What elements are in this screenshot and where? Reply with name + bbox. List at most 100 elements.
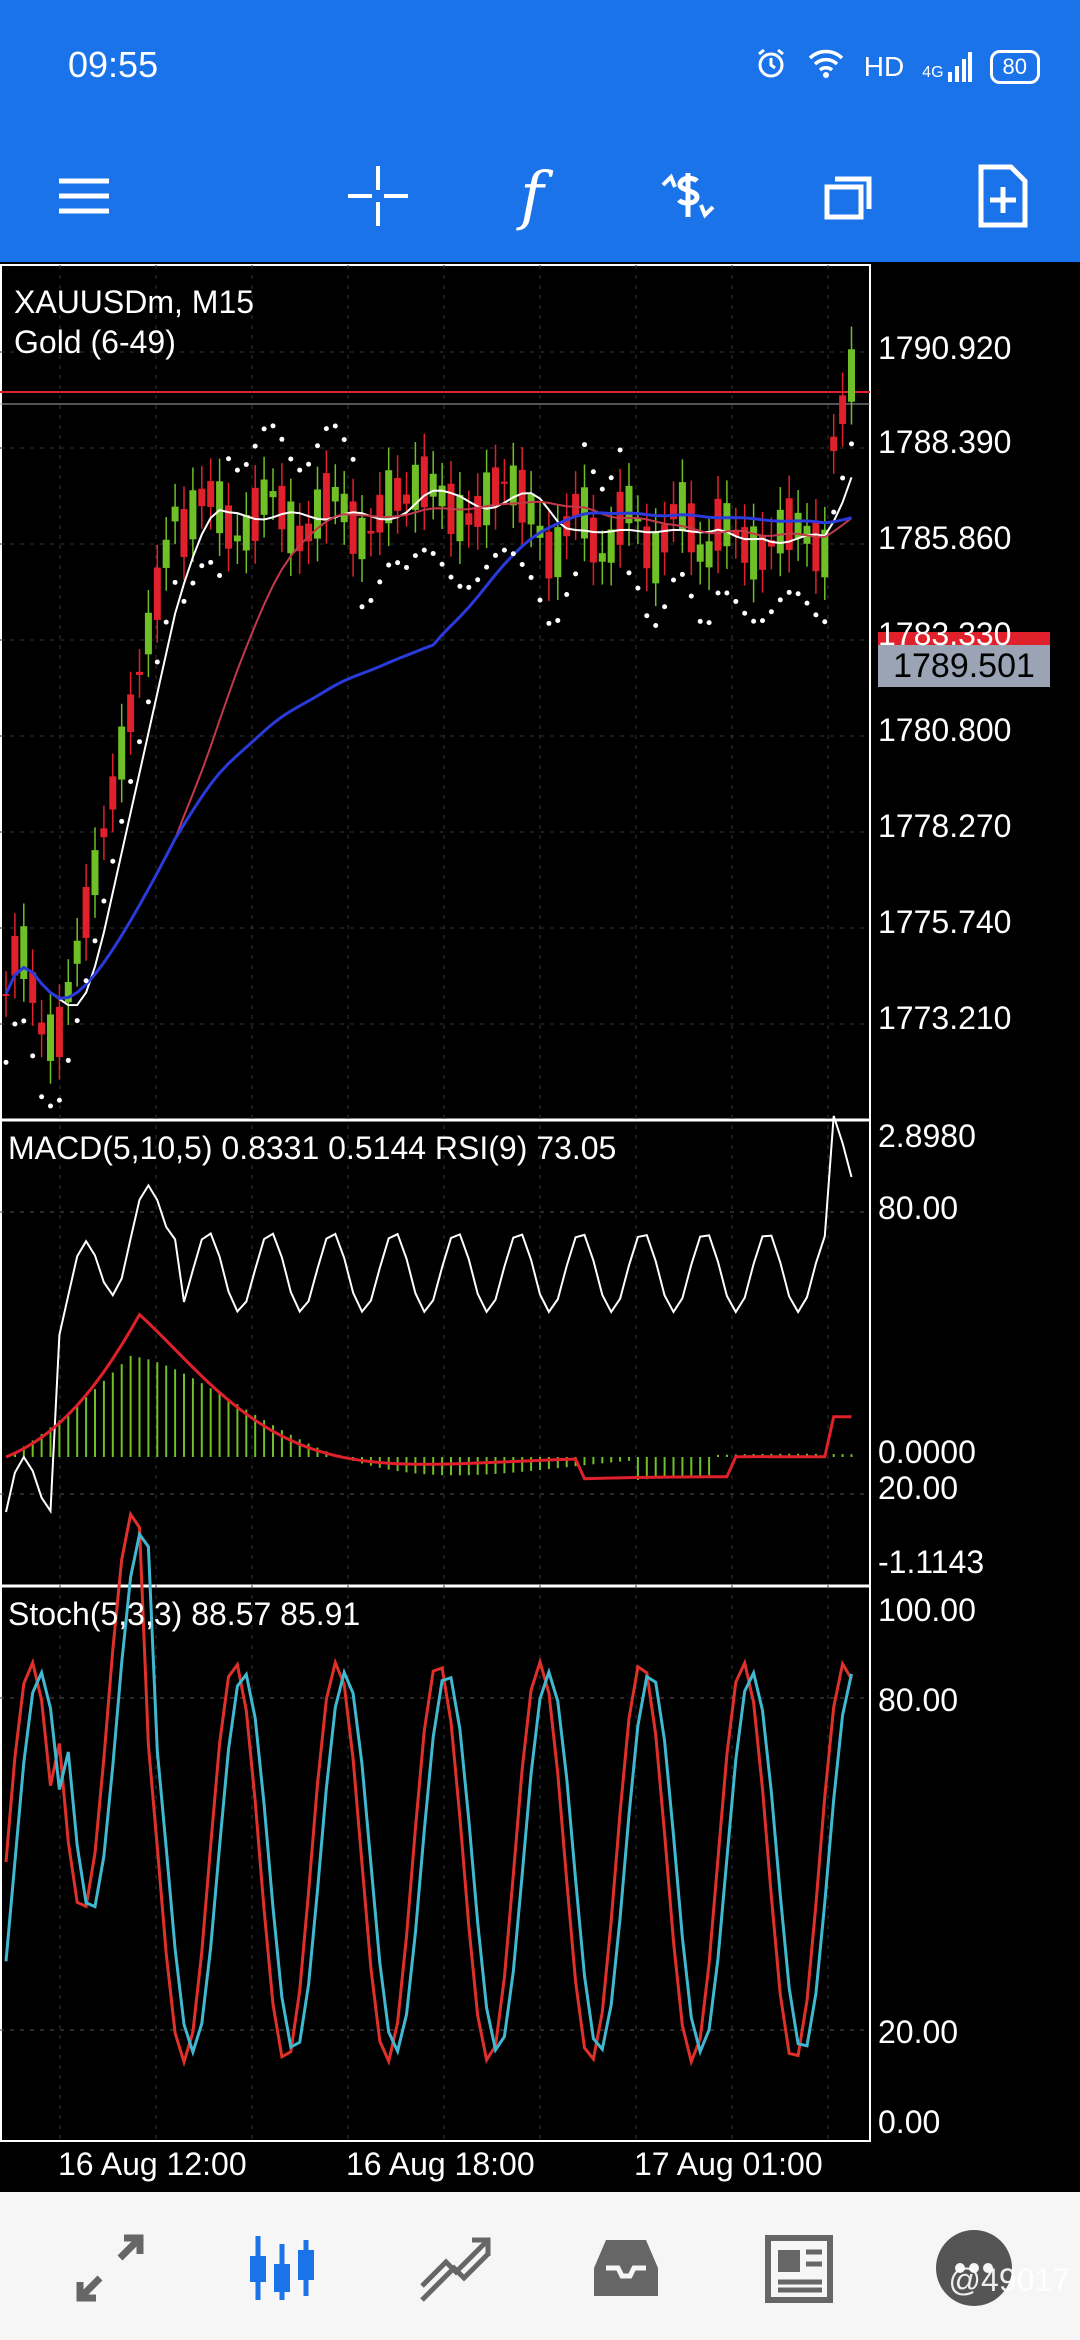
price-tick: 1780.800 [878,712,1012,748]
sar-dot [261,426,267,432]
function-icon[interactable]: f [484,148,580,244]
sar-dot [662,604,668,610]
price-tick: 1790.920 [878,330,1012,366]
candle-body [848,349,855,402]
sar-dot [243,461,249,467]
sar-dot [350,456,356,462]
sar-dot [439,561,445,567]
new-order-icon[interactable] [954,148,1050,244]
candle-body [518,469,526,523]
sar-dot [768,609,774,615]
sar-dot [742,610,748,616]
sar-dot [626,570,632,576]
time-tick: 17 Aug 01:00 [634,2146,823,2182]
price-tick: 1775.740 [878,904,1012,940]
dollar-trade-icon[interactable] [640,148,736,244]
candle-body [500,481,508,484]
sar-dot [377,579,383,585]
sar-dot [546,620,552,626]
rsi-line [5,1115,853,1515]
sar-dot [163,619,169,625]
sar-dot [813,612,819,618]
candle-body [776,509,784,554]
sar-dot [190,580,196,586]
candle-body [545,531,553,579]
candle-body [527,493,535,525]
sar-dot [48,1103,53,1109]
sar-dot [56,1097,62,1103]
sar-dot [653,622,659,628]
price-tick: 1773.210 [878,1000,1012,1036]
sar-dot [110,858,116,864]
candle-body [830,436,838,451]
sar-dot [39,1094,45,1100]
crosshair-icon[interactable] [330,148,426,244]
candle-body [251,487,259,541]
candle-body [358,517,366,560]
sar-dot [252,443,258,449]
quotes-icon[interactable] [62,2220,158,2316]
sar-dot [501,547,507,553]
signal-4g-icon: 4G [922,51,972,82]
candle-body [483,472,491,526]
candle-body [572,493,580,518]
sar-dot [154,659,160,665]
candle-body [55,1006,63,1058]
sar-dot [430,551,436,557]
candle-body [91,850,99,896]
chart-icon[interactable] [234,2220,330,2316]
candle-body [47,1014,54,1061]
sar-dot [270,423,276,429]
sar-dot [484,564,490,570]
candle-body [38,1022,46,1035]
sar-dot [448,574,454,580]
sar-dot [760,618,765,624]
sar-dot [608,475,614,481]
candle-body [340,493,348,523]
sar-dot [92,938,98,944]
history-icon[interactable] [578,2220,674,2316]
alarm-icon [754,46,788,87]
template-label: Gold (6-49) [14,324,176,360]
stoch-tick: 80.00 [878,1682,959,1718]
candle-body [331,486,339,502]
news-icon[interactable] [750,2220,846,2316]
candle-body [162,539,170,568]
candle-body [670,504,677,520]
candle-body [812,521,820,572]
sar-dot [359,604,365,610]
sar-dot [849,441,854,447]
sar-dot [573,571,579,577]
sar-dot [555,617,561,623]
sar-dot [297,467,303,473]
candle-body [474,495,482,527]
sar-dot [582,442,587,448]
candle-body [723,503,731,547]
sar-dot [599,486,605,492]
macd-tick: 0.0000 [878,1434,976,1470]
trade-icon[interactable] [406,2220,502,2316]
chart-area[interactable]: 1789.501 XAUUSDm, M15 Gold (6-49) 1790.9… [0,262,1080,2192]
sar-dot [12,1021,18,1027]
candle-body [242,515,250,551]
candle-body [465,513,473,525]
candle-body [100,828,108,838]
price-tick: 1785.860 [878,520,1012,556]
candle-body [260,479,268,515]
windows-icon[interactable] [800,148,896,244]
sar-dot [288,456,294,462]
sar-dot [590,469,596,475]
menu-icon[interactable] [36,148,132,244]
sar-dot [751,618,757,624]
rsi-tick: 20.00 [878,1470,959,1506]
sar-dot [172,579,178,585]
candle-body [198,488,206,507]
candle-body [144,612,152,655]
sar-dot [786,589,792,595]
candle-body [598,553,606,562]
chart-toolbar: f [0,130,1080,262]
candle-body [109,776,117,810]
sar-dot [777,597,783,603]
sar-dot [101,898,107,904]
sar-dot [421,547,427,553]
